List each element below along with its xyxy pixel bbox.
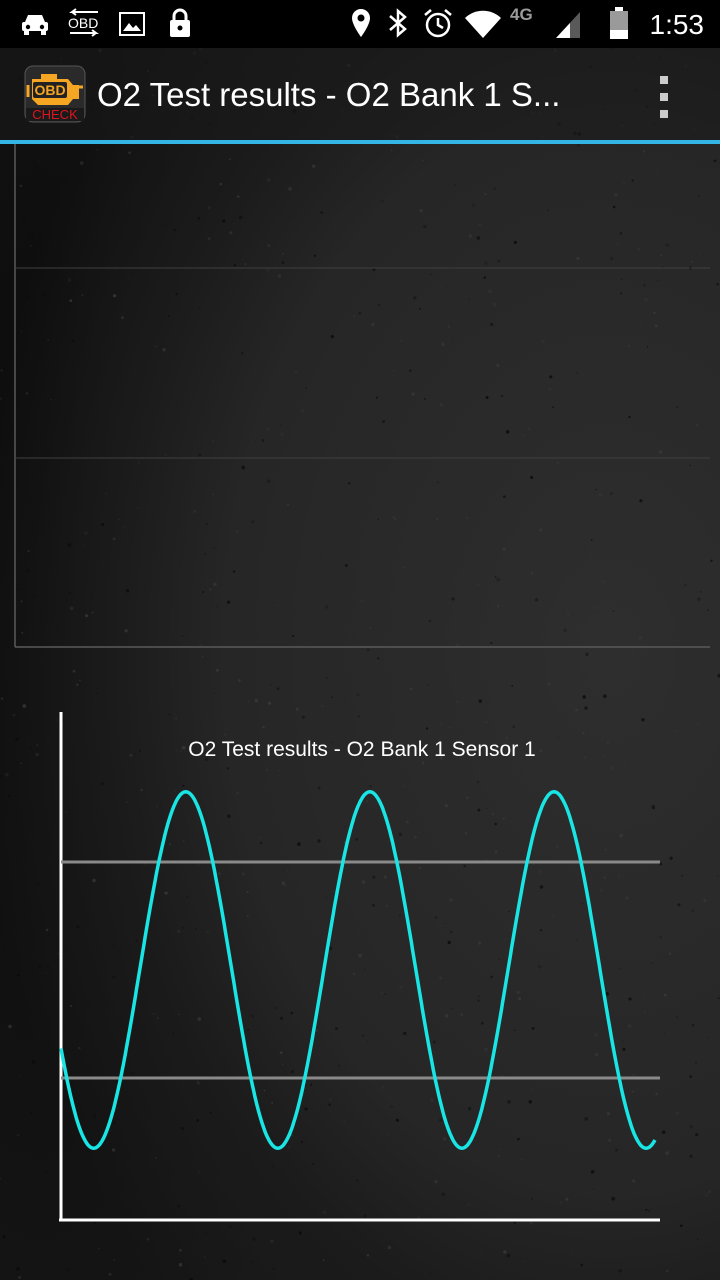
empty-chart-area	[14, 144, 710, 648]
car-icon	[22, 15, 48, 35]
battery-icon	[610, 7, 628, 39]
lock-icon	[170, 8, 190, 37]
bluetooth-icon	[389, 8, 407, 38]
signal-icon: 4G	[510, 5, 580, 38]
app-icon-obd-text: OBD	[34, 82, 65, 98]
app-icon-check-text: CHECK	[32, 107, 78, 122]
o2-sensor-chart: O2 Test results - O2 Bank 1 Sensor 1	[59, 712, 660, 1222]
status-bar: OBD 4G 1:53	[0, 0, 720, 48]
obd-sync-icon: OBD	[68, 8, 99, 37]
overflow-menu-icon[interactable]	[650, 74, 678, 120]
image-icon	[119, 12, 145, 36]
clock: 1:53	[649, 9, 705, 40]
alarm-icon	[424, 9, 452, 38]
overflow-dot	[660, 76, 668, 84]
page-title: O2 Test results - O2 Bank 1 S...	[97, 76, 561, 113]
wifi-icon	[465, 10, 501, 38]
overflow-dot	[660, 110, 668, 118]
overflow-dot	[660, 93, 668, 101]
chart-title: O2 Test results - O2 Bank 1 Sensor 1	[188, 738, 535, 761]
obd-check-app-icon[interactable]: OBD CHECK	[24, 65, 86, 123]
obd-status-label: OBD	[68, 15, 98, 31]
network-type-label: 4G	[510, 5, 533, 24]
o2-sensor-trace	[59, 790, 657, 1150]
location-icon	[352, 9, 370, 37]
